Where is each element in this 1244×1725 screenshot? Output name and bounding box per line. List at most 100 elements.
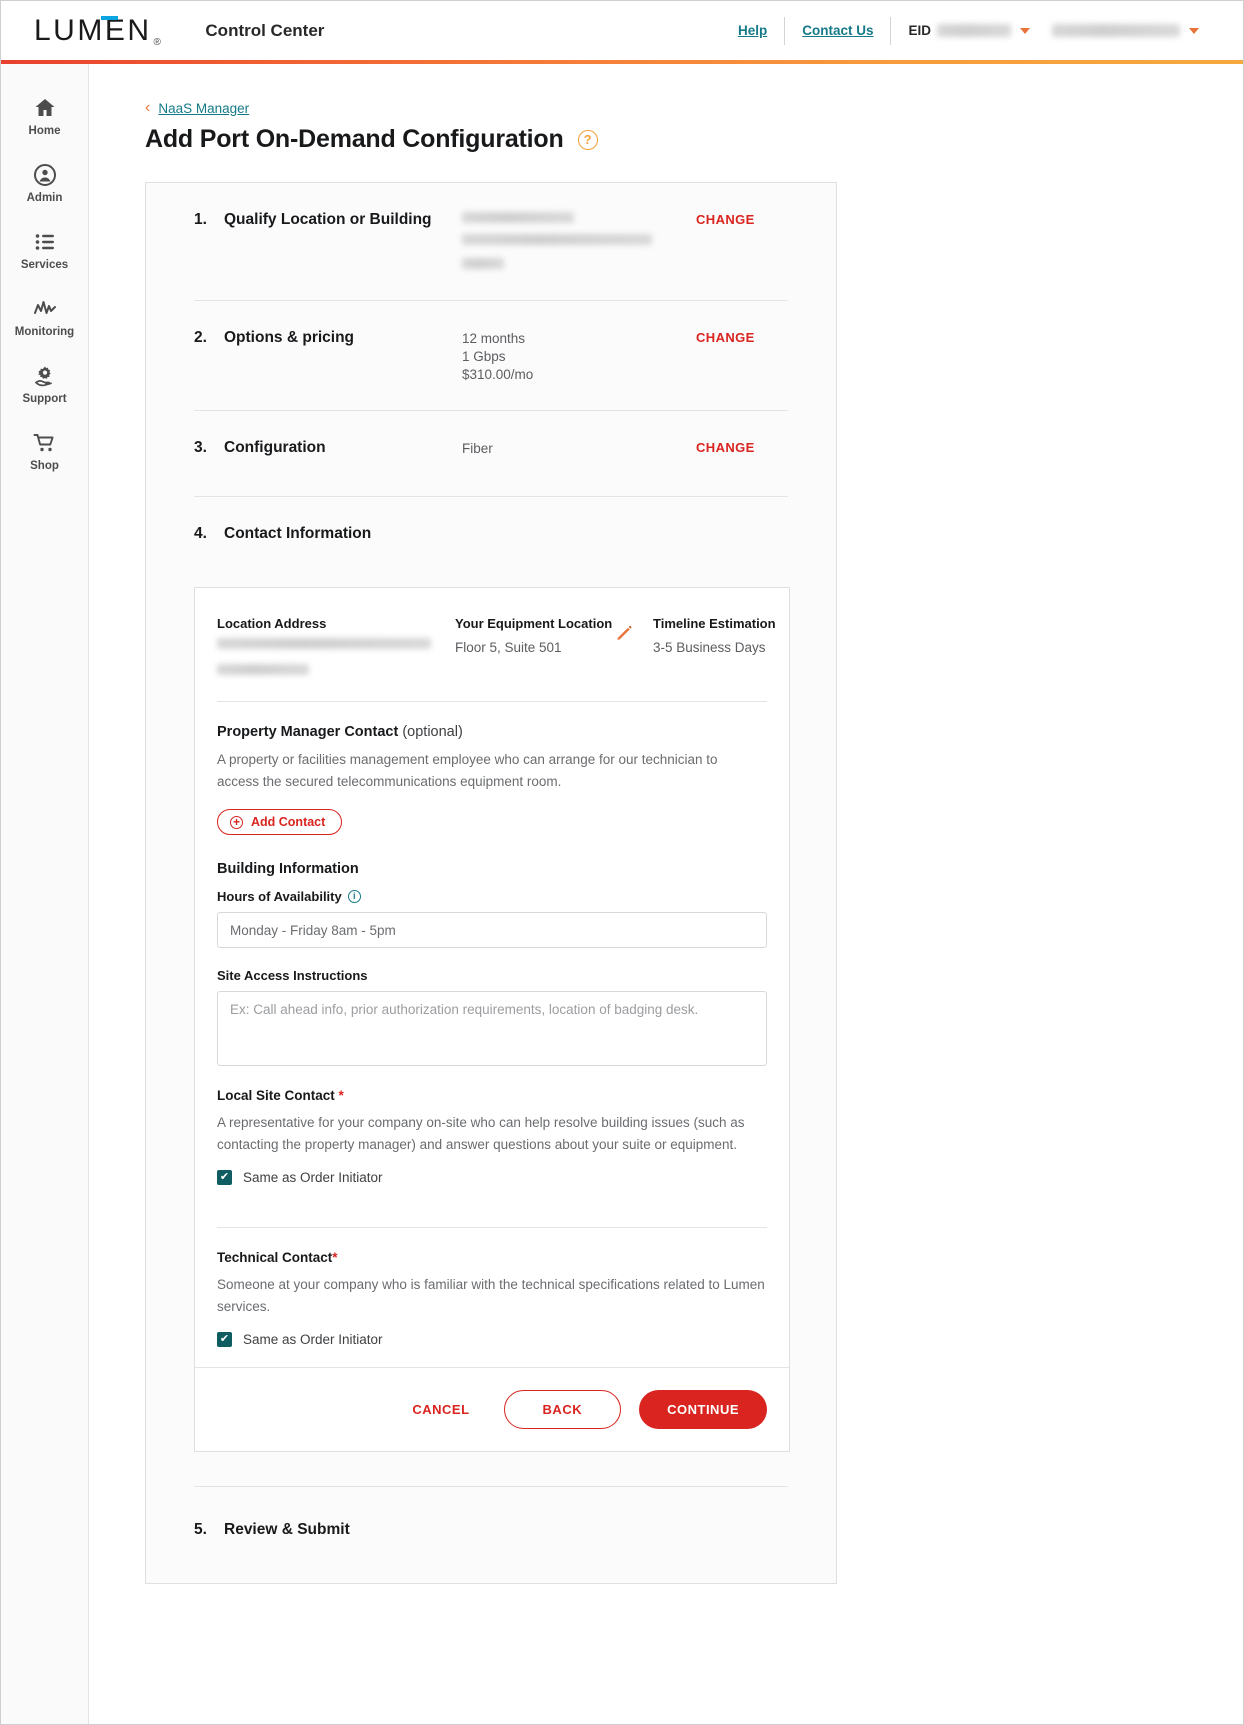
step-number: 1. [194,211,207,228]
equipment-location-value: Floor 5, Suite 501 [455,640,562,655]
breadcrumb[interactable]: ‹ NaaS Manager [145,100,1203,116]
eid-label: EID [908,23,931,38]
technical-contact-title: Technical Contact* [217,1250,767,1265]
sidebar-item-support[interactable]: Support [1,352,88,419]
cart-icon [33,431,57,455]
step-row-options-pricing: 2. Options & pricing 12 months 1 Gbps $3… [194,301,788,411]
plus-circle-icon: + [230,815,243,829]
change-button-step1[interactable]: CHANGE [678,209,788,227]
checkbox-checked-icon: ✔ [217,1332,232,1347]
step-row-review-submit: 5. Review & Submit [194,1486,788,1539]
sidebar-item-services[interactable]: Services [1,218,88,285]
site-access-instructions-label: Site Access Instructions [217,968,767,983]
step-row-configuration: 3. Configuration Fiber CHANGE [194,411,788,497]
local-site-same-as-initiator-checkbox[interactable]: ✔ Same as Order Initiator [217,1170,767,1205]
local-site-contact-block: Local Site Contact * A representative fo… [217,1066,767,1205]
chevron-left-icon: ‹ [145,99,151,116]
sidebar-item-label: Services [20,259,69,271]
optional-suffix: (optional) [402,724,463,740]
sidebar-item-admin[interactable]: Admin [1,151,88,218]
contact-information-panel: Location Address Your Equipment Location… [194,587,790,1452]
registered-mark: ® [153,36,164,48]
step-name: Contact Information [224,525,372,542]
timeline-value: 3-5 Business Days [653,640,766,655]
detail-bandwidth: 1 Gbps [462,349,506,364]
sidebar-item-shop[interactable]: Shop [1,419,88,486]
required-marker: * [338,1088,344,1103]
equipment-location-label: Your Equipment Location [455,616,613,631]
detail-price: $310.00/mo [462,367,534,382]
continue-button[interactable]: CONTINUE [639,1390,767,1429]
help-link[interactable]: Help [721,23,784,38]
chevron-down-icon [1189,27,1199,34]
step-name: Configuration [224,439,326,456]
cancel-button[interactable]: CANCEL [396,1402,485,1417]
lumen-logo[interactable]: LUMEN ® [34,14,163,48]
change-button-step2[interactable]: CHANGE [678,327,788,345]
property-manager-description: A property or facilities management empl… [217,752,718,789]
help-circle-icon[interactable]: ? [577,129,598,150]
hours-of-availability-label: Hours of Availability i [217,889,767,904]
page-title: Add Port On-Demand Configuration [145,125,564,153]
home-icon [33,96,57,120]
address-line-redacted [462,258,504,269]
technical-contact-block: Technical Contact* Someone at your compa… [217,1227,767,1367]
step-number: 2. [194,329,207,346]
location-address-label: Location Address [217,616,327,631]
add-contact-button[interactable]: + Add Contact [217,809,343,835]
sidebar-item-label: Shop [30,460,59,472]
change-button-step3[interactable]: CHANGE [678,437,788,455]
edit-equipment-location-button[interactable] [615,614,653,681]
location-address-value-redacted [217,638,455,681]
technical-same-as-initiator-checkbox[interactable]: ✔ Same as Order Initiator [217,1332,767,1367]
main-content: ‹ NaaS Manager Add Port On-Demand Config… [89,64,1243,1724]
app-window: LUMEN ® Control Center Help Contact Us E… [0,0,1244,1725]
step-detail: 12 months 1 Gbps $310.00/mo [462,327,678,384]
chevron-down-icon [1020,27,1030,34]
detail-term: 12 months [462,331,526,346]
pencil-icon [615,624,633,647]
address-line-redacted [462,234,652,245]
step-number: 4. [194,525,207,542]
step-name: Review & Submit [224,1521,350,1538]
logo-text-part1: LUM [34,13,105,47]
eid-value-redacted [937,24,1011,37]
contact-us-link[interactable]: Contact Us [785,23,890,38]
step-number: 5. [194,1521,207,1538]
logo-blue-bar [101,15,118,20]
location-address-col: Location Address [217,614,455,681]
logo-wordmark: LUMEN [34,14,152,48]
step-name: Options & pricing [224,329,355,346]
gear-hand-icon [33,364,57,388]
detail-media-type: Fiber [462,441,493,456]
wizard-card: 1. Qualify Location or Building CHANGE 2… [145,182,837,1584]
back-button[interactable]: BACK [503,1390,622,1429]
timeline-label: Timeline Estimation [653,616,776,631]
sidebar-item-home[interactable]: Home [1,84,88,151]
step-detail: Fiber [462,437,678,458]
address-line-redacted [217,664,309,675]
breadcrumb-link[interactable]: NaaS Manager [158,101,249,116]
required-marker: * [332,1250,338,1265]
local-site-contact-title-text: Local Site Contact [217,1088,335,1103]
sidebar-item-label: Home [28,125,61,137]
checkbox-label: Same as Order Initiator [243,1332,383,1347]
sidebar-item-monitoring[interactable]: Monitoring [1,285,88,352]
technical-contact-description: Someone at your company who is familiar … [217,1277,765,1314]
account-name-redacted [1052,24,1180,37]
sidebar-nav: Home Admin Services Monitoring Support S… [1,64,89,1724]
eid-selector[interactable]: EID [891,23,1042,38]
info-icon[interactable]: i [347,890,361,903]
sidebar-item-label: Monitoring [14,326,75,338]
building-information-heading: Building Information [217,861,359,877]
step-row-contact-information: 4. Contact Information [194,497,788,583]
account-selector[interactable] [1042,24,1221,37]
user-circle-icon [33,163,57,187]
site-access-instructions-textarea[interactable]: Ex: Call ahead info, prior authorization… [217,991,767,1066]
step-row-qualify-location: 1. Qualify Location or Building CHANGE [194,183,788,301]
address-line-redacted [217,638,431,649]
hours-label-text: Hours of Availability [217,889,342,904]
top-header: LUMEN ® Control Center Help Contact Us E… [1,1,1243,60]
step-number: 3. [194,439,207,456]
hours-of-availability-input[interactable]: Monday - Friday 8am - 5pm [217,912,767,948]
